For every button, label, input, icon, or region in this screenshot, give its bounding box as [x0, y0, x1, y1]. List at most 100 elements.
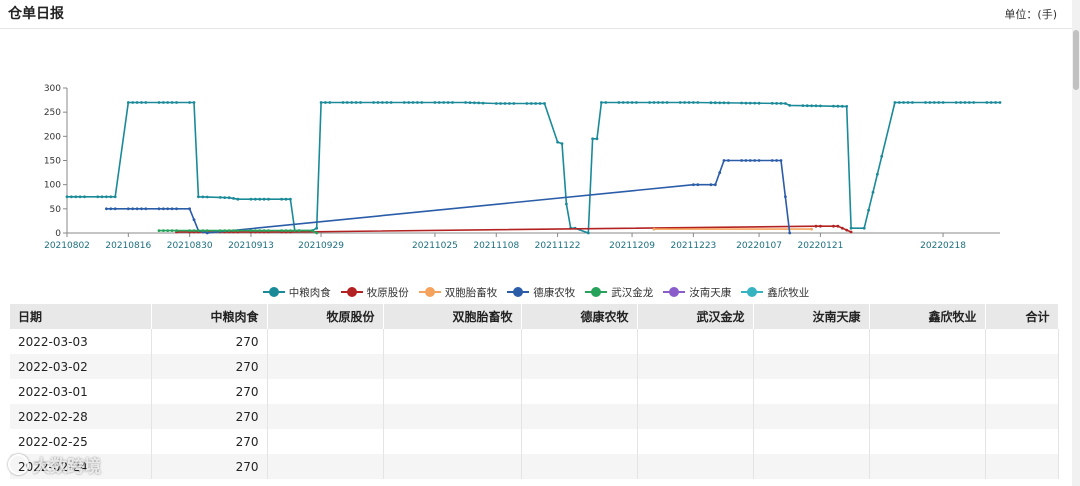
line-chart: 0 50 100 150 200 250 300 20210802 20210816 202108…	[44, 84, 1002, 251]
series-point-3	[157, 207, 161, 211]
legend-marker-icon	[741, 287, 764, 297]
legend-item[interactable]: 鑫欣牧业	[741, 284, 809, 300]
legend-label: 武汉金龙	[611, 286, 654, 299]
column-header[interactable]: 武汉金龙	[637, 304, 754, 329]
table-cell	[985, 404, 1059, 429]
table-cell	[521, 454, 638, 479]
series-point-0	[972, 101, 976, 104]
series-point-0	[402, 101, 406, 104]
column-header[interactable]: 合计	[985, 304, 1059, 329]
series-point-3	[113, 207, 117, 211]
series-point-0	[420, 101, 424, 104]
series-point-0	[932, 101, 936, 104]
legend-label: 德康农牧	[533, 286, 576, 299]
series-point-0	[372, 101, 375, 104]
series-point-3	[713, 183, 717, 187]
series-point-0	[902, 101, 905, 104]
x-tick-label: 20210913	[228, 241, 274, 251]
series-point-4	[197, 229, 200, 233]
series-point-0	[345, 101, 349, 104]
panel-header: 仓单日报 单位：(手)	[0, 0, 1072, 29]
legend-item[interactable]: 牧原股份	[340, 284, 409, 300]
legend-marker-dot	[669, 287, 680, 297]
series-point-0	[595, 137, 599, 141]
series-point-1	[845, 228, 849, 232]
table-cell	[869, 379, 986, 404]
table-cell	[267, 379, 384, 404]
series-point-3	[757, 159, 761, 162]
legend-item[interactable]: 汝南天康	[663, 284, 731, 300]
series-point-0	[319, 101, 323, 104]
legend-item[interactable]: 德康农牧	[507, 284, 575, 300]
series-point-0	[661, 101, 665, 104]
legend-item[interactable]: 双胞胎畜牧	[418, 284, 497, 300]
series-point-0	[924, 101, 927, 104]
table-cell	[753, 454, 870, 479]
series-point-0	[538, 102, 542, 105]
series-point-0	[534, 102, 538, 105]
series-point-0	[262, 197, 266, 201]
series-point-0	[744, 101, 748, 105]
column-header[interactable]: 双胞胎畜牧	[383, 304, 522, 329]
table-cell	[753, 404, 870, 429]
series-point-0	[464, 101, 467, 104]
series-point-0	[591, 137, 594, 141]
series-point-0	[315, 226, 319, 230]
series-point-0	[170, 101, 174, 104]
series-point-3	[105, 207, 108, 211]
series-point-0	[83, 195, 86, 199]
column-header[interactable]: 中粮肉食	[151, 304, 268, 329]
series-point-4	[254, 229, 257, 233]
series-point-0	[389, 101, 393, 104]
series-point-0	[683, 101, 686, 104]
series-point-0	[692, 101, 695, 104]
table-cell	[521, 379, 638, 404]
series-point-3	[162, 207, 165, 211]
series-point-0	[78, 195, 82, 199]
y-tick-label: 100	[44, 181, 61, 191]
column-header[interactable]: 牧原股份	[267, 304, 384, 329]
column-header[interactable]: 日期	[10, 304, 152, 329]
vertical-scrollbar[interactable]	[1072, 0, 1080, 486]
series-point-0	[109, 195, 113, 199]
data-table: 日期 中粮肉食 牧原股份 双胞胎畜牧 德康农牧 武汉金龙 汝南天康 鑫欣牧业 合计 2022-0…	[10, 304, 1059, 479]
series-point-0	[565, 202, 568, 206]
column-header[interactable]: 德康农牧	[521, 304, 638, 329]
watermark-logo-icon	[8, 454, 29, 475]
table-cell	[521, 404, 638, 429]
series-point-1	[836, 224, 840, 228]
table-body: 2022-03-03 270 2022-03-02 270 2022-03-01 270 2…	[10, 329, 1059, 479]
column-header[interactable]: 鑫欣牧业	[869, 304, 986, 329]
legend-item[interactable]: 中粮肉食	[262, 284, 331, 300]
series-point-0	[359, 101, 362, 104]
legend-marker-dot	[424, 287, 435, 297]
series-point-4	[267, 229, 270, 233]
series-point-0	[385, 101, 389, 104]
scrollbar-thumb[interactable]	[1073, 30, 1079, 90]
legend-marker-dot	[346, 287, 357, 297]
series-point-3	[109, 207, 113, 211]
series-point-0	[630, 101, 634, 104]
series-point-0	[350, 101, 354, 104]
series-point-0	[543, 102, 546, 105]
series-point-0	[740, 101, 743, 105]
column-header[interactable]: 汝南天康	[753, 304, 870, 329]
table-row: 2022-03-01 270	[10, 379, 1059, 404]
x-tick-label: 20210830	[167, 241, 213, 251]
series-point-0	[687, 101, 691, 104]
series-point-0	[621, 101, 625, 104]
series-point-1	[849, 230, 853, 234]
series-point-0	[963, 101, 967, 104]
table-cell	[267, 404, 384, 429]
series-point-0	[473, 101, 476, 105]
series-point-0	[775, 102, 778, 105]
series-point-3	[744, 159, 748, 162]
series-point-0	[656, 101, 660, 104]
legend-item[interactable]: 武汉金龙	[585, 284, 653, 300]
series-point-0	[959, 101, 962, 104]
series-point-3	[709, 183, 713, 187]
table-header-row: 日期 中粮肉食 牧原股份 双胞胎畜牧 德康农牧 武汉金龙 汝南天康 鑫欣牧业 合计	[10, 304, 1059, 329]
legend-marker-icon	[418, 287, 441, 297]
series-point-0	[985, 101, 989, 104]
x-tick-label: 20210816	[105, 241, 151, 251]
